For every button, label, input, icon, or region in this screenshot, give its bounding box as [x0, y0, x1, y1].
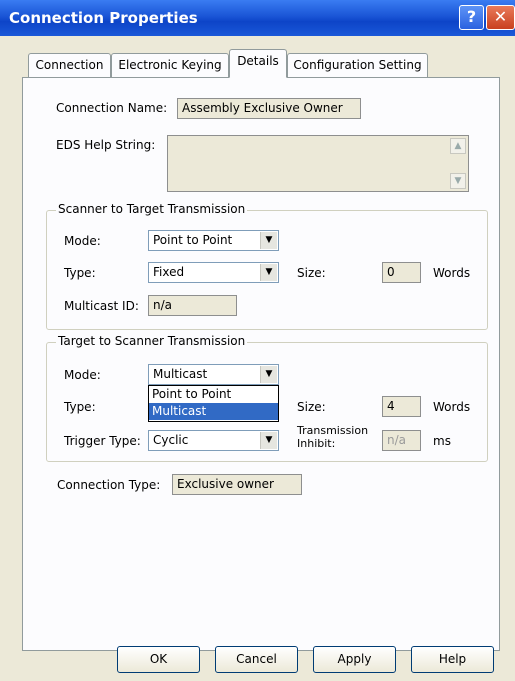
t2s-transmission-inhibit-unit: ms	[433, 434, 451, 448]
scanner-to-target-title: Scanner to Target Transmission	[56, 202, 248, 216]
tab-configuration-setting[interactable]: Configuration Setting	[287, 53, 428, 77]
chevron-down-icon[interactable]: ▼	[260, 232, 277, 249]
s2t-size-label: Size:	[297, 266, 326, 280]
chevron-down-icon[interactable]: ▼	[260, 264, 277, 281]
s2t-mode-label: Mode:	[64, 234, 101, 248]
t2s-size-field: 4	[382, 396, 421, 417]
help-icon[interactable]: ?	[459, 5, 484, 30]
s2t-multicast-id-field: n/a	[148, 295, 237, 316]
connection-name-field: Assembly Exclusive Owner	[177, 98, 361, 119]
t2s-trigger-type-label: Trigger Type:	[64, 434, 141, 448]
chevron-down-icon[interactable]: ▼	[260, 432, 277, 449]
t2s-type-label: Type:	[64, 400, 96, 414]
t2s-transmission-inhibit-field: n/a	[382, 430, 421, 451]
eds-help-string-label: EDS Help String:	[56, 138, 156, 152]
s2t-size-field: 0	[382, 262, 421, 283]
t2s-size-unit: Words	[433, 400, 471, 414]
connection-properties-dialog: Connection Properties ? ✕ Connection Ele…	[0, 0, 515, 681]
connection-type-label: Connection Type:	[57, 478, 161, 492]
t2s-mode-dropdown-list[interactable]: Point to Point Multicast	[148, 385, 279, 422]
chevron-down-icon[interactable]: ▼	[260, 366, 277, 383]
t2s-trigger-type-value: Cyclic	[153, 433, 189, 447]
target-to-scanner-title: Target to Scanner Transmission	[56, 334, 248, 348]
tab-connection[interactable]: Connection	[28, 53, 111, 77]
t2s-transmission-inhibit-label-2: Inhibit:	[297, 437, 336, 450]
dropdown-option-multicast[interactable]: Multicast	[149, 403, 278, 420]
s2t-size-unit: Words	[433, 266, 471, 280]
tab-details[interactable]: Details	[229, 49, 287, 78]
s2t-type-value: Fixed	[153, 265, 185, 279]
t2s-mode-select[interactable]: Multicast ▼	[148, 364, 279, 385]
apply-button[interactable]: Apply	[313, 646, 396, 673]
t2s-mode-label: Mode:	[64, 368, 101, 382]
s2t-mode-select[interactable]: Point to Point ▼	[148, 230, 279, 251]
connection-type-field: Exclusive owner	[172, 474, 302, 495]
t2s-transmission-inhibit-label-1: Transmission	[297, 424, 369, 437]
scroll-down-icon[interactable]: ▼	[450, 173, 466, 189]
s2t-type-select[interactable]: Fixed ▼	[148, 262, 279, 283]
t2s-trigger-type-select[interactable]: Cyclic ▼	[148, 430, 279, 451]
cancel-button[interactable]: Cancel	[215, 646, 298, 673]
s2t-type-label: Type:	[64, 266, 96, 280]
ok-button[interactable]: OK	[117, 646, 200, 673]
dropdown-option-point-to-point[interactable]: Point to Point	[149, 386, 278, 403]
help-button[interactable]: Help	[411, 646, 494, 673]
connection-name-label: Connection Name:	[56, 101, 168, 115]
t2s-mode-value: Multicast	[153, 367, 208, 381]
title-bar[interactable]: Connection Properties ? ✕	[0, 0, 515, 36]
close-icon[interactable]: ✕	[486, 5, 515, 30]
tab-electronic-keying[interactable]: Electronic Keying	[111, 53, 229, 77]
s2t-mode-value: Point to Point	[153, 233, 233, 247]
eds-help-string-field: ▲ ▼	[167, 135, 469, 192]
s2t-multicast-id-label: Multicast ID:	[64, 299, 139, 313]
dialog-title: Connection Properties	[9, 9, 198, 27]
t2s-size-label: Size:	[297, 400, 326, 414]
scroll-up-icon[interactable]: ▲	[450, 138, 466, 154]
